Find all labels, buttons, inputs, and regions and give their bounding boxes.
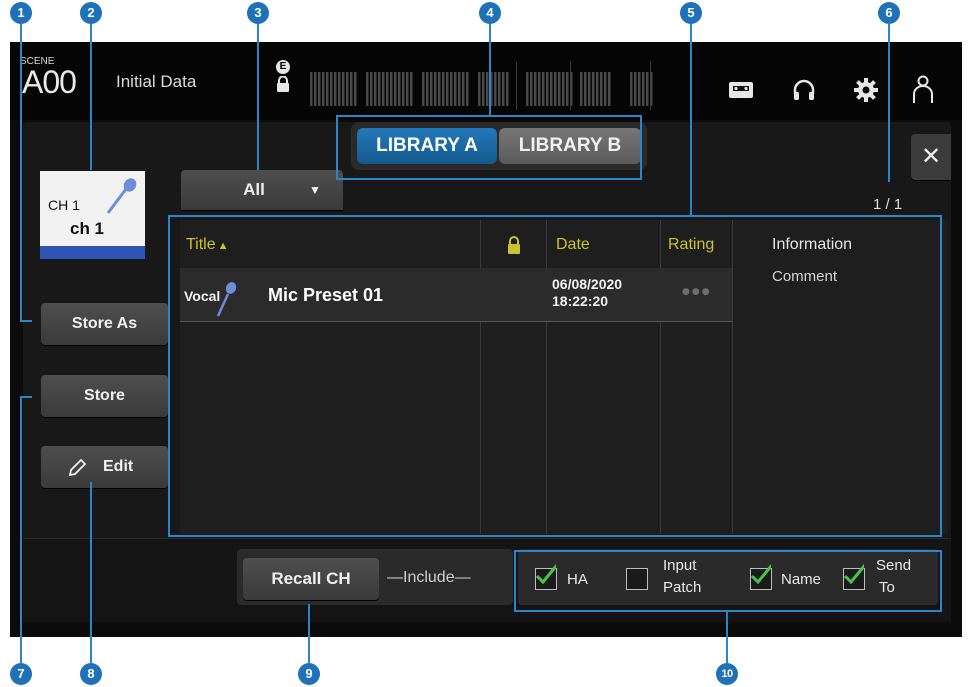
callout-line-3	[257, 24, 259, 170]
store-as-button[interactable]: Store As	[41, 303, 168, 345]
callout-6: 6	[878, 2, 900, 24]
callout-line-1	[20, 24, 22, 322]
page-indicator: 1 / 1	[873, 196, 903, 213]
callout-line-6	[888, 24, 890, 182]
callout-box-library-tabs	[336, 115, 642, 180]
recall-ch-button[interactable]: Recall CH	[243, 558, 379, 600]
callout-box-library-list	[168, 215, 942, 537]
category-filter-dropdown[interactable]: All ▼	[181, 170, 343, 210]
lock-icon	[277, 76, 289, 92]
edit-label: Edit	[103, 458, 134, 475]
callout-line-5	[690, 24, 692, 215]
callout-1: 1	[10, 2, 32, 24]
callout-box-include	[514, 550, 942, 612]
microphone-icon	[106, 178, 137, 214]
edit-button[interactable]: Edit	[41, 446, 168, 488]
channel-color-bar	[40, 246, 145, 259]
level-meters[interactable]	[310, 62, 660, 110]
user-icon[interactable]	[912, 74, 934, 104]
callout-2: 2	[80, 2, 102, 24]
callout-line-8	[90, 482, 92, 663]
close-button[interactable]: ✕	[911, 134, 951, 180]
store-button[interactable]: Store	[41, 375, 168, 417]
recorder-icon[interactable]	[728, 80, 754, 100]
callout-10: 10	[716, 663, 738, 685]
chevron-down-icon: ▼	[309, 183, 321, 197]
e-indicator-icon: E	[276, 60, 290, 74]
callout-8: 8	[80, 663, 102, 685]
scene-number[interactable]: A00	[22, 64, 77, 101]
callout-4: 4	[479, 2, 501, 24]
include-label: —Include—	[387, 569, 471, 586]
pencil-icon	[68, 458, 87, 477]
settings-gear-icon[interactable]	[853, 77, 879, 103]
scene-name[interactable]: Initial Data	[116, 72, 196, 92]
callout-7: 7	[10, 663, 32, 685]
include-text: Include	[403, 569, 455, 586]
callout-line-7	[20, 396, 22, 663]
callout-line-4	[489, 24, 491, 115]
channel-id: CH 1	[48, 197, 80, 213]
callout-line-1-tick	[20, 320, 32, 322]
channel-name: ch 1	[70, 219, 105, 238]
channel-indicator[interactable]: CH 1 ch 1	[40, 171, 145, 259]
close-icon: ✕	[920, 143, 942, 170]
callout-line-9	[308, 604, 310, 663]
callout-5: 5	[680, 2, 702, 24]
top-bar: SCENE A00 Initial Data E	[10, 42, 962, 120]
category-filter-value: All	[243, 180, 265, 199]
callout-line-2	[90, 24, 92, 170]
callout-3: 3	[247, 2, 269, 24]
callout-line-10	[726, 612, 728, 663]
callout-9: 9	[298, 663, 320, 685]
headphones-icon[interactable]	[792, 78, 816, 102]
callout-line-7-tick	[20, 396, 32, 398]
